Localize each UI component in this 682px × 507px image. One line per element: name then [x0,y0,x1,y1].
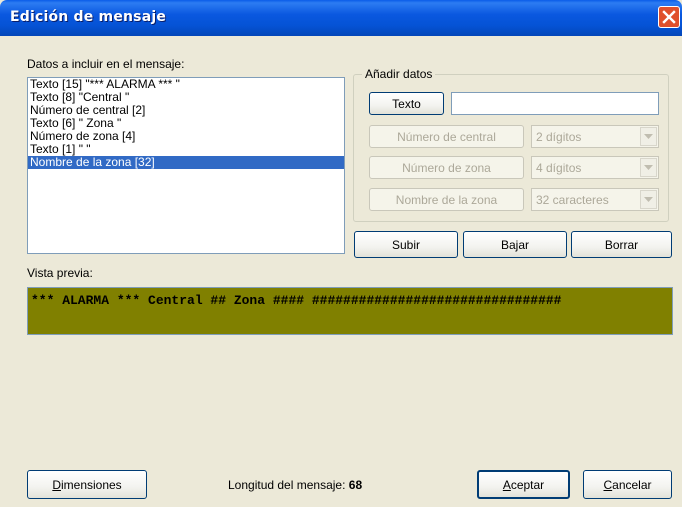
list-label: Datos a incluir en el mensaje: [27,57,185,71]
aceptar-label: ceptar [510,477,545,492]
cancelar-button[interactable]: Cancelar [583,470,672,499]
message-length: Longitud del mensaje: 68 [228,478,362,492]
cancelar-label: ancelar [612,477,652,492]
message-length-value: 68 [348,478,363,492]
window-title: Edición de mensaje [10,9,167,25]
nombre-zona-select-value: 32 caracteres [536,193,609,207]
add-data-group-title: Añadir datos [362,67,436,81]
message-preview: *** ALARMA *** Central ## Zona #### ####… [27,287,673,335]
numero-zona-select[interactable]: 4 dígitos [531,156,659,179]
bajar-button[interactable]: Bajar [463,231,567,258]
list-item[interactable]: Nombre de la zona [32] [28,156,344,169]
preview-label: Vista previa: [27,266,93,280]
dimensiones-accesskey: D [52,477,61,492]
numero-central-select[interactable]: 2 dígitos [531,125,659,148]
texto-input[interactable] [451,92,659,115]
nombre-zona-select[interactable]: 32 caracteres [531,188,659,211]
numero-zona-select-value: 4 dígitos [536,161,582,175]
subir-button[interactable]: Subir [354,231,458,258]
borrar-button[interactable]: Borrar [571,231,672,258]
numero-central-select-value: 2 dígitos [536,130,582,144]
aceptar-button[interactable]: Aceptar [477,470,570,499]
title-bar[interactable]: Edición de mensaje [0,0,682,36]
numero-zona-button[interactable]: Número de zona [369,156,524,179]
close-icon [662,10,676,24]
close-button[interactable] [658,6,680,28]
nombre-zona-button[interactable]: Nombre de la zona [369,188,524,211]
message-length-label: Longitud del mensaje: [228,478,346,492]
chevron-down-icon[interactable] [640,127,657,146]
aceptar-accesskey: A [502,477,511,492]
numero-central-button[interactable]: Número de central [369,125,524,148]
chevron-down-icon[interactable] [640,158,657,177]
dimensiones-button[interactable]: Dimensiones [27,470,147,499]
texto-button[interactable]: Texto [369,92,444,115]
chevron-down-icon[interactable] [640,190,657,209]
dimensiones-label: imensiones [60,477,122,492]
message-items-list[interactable]: Texto [15] "*** ALARMA *** " Texto [8] "C… [27,77,345,254]
cancelar-accesskey: C [603,477,613,492]
dialog-window: Edición de mensaje Datos a incluir en el… [0,0,682,507]
